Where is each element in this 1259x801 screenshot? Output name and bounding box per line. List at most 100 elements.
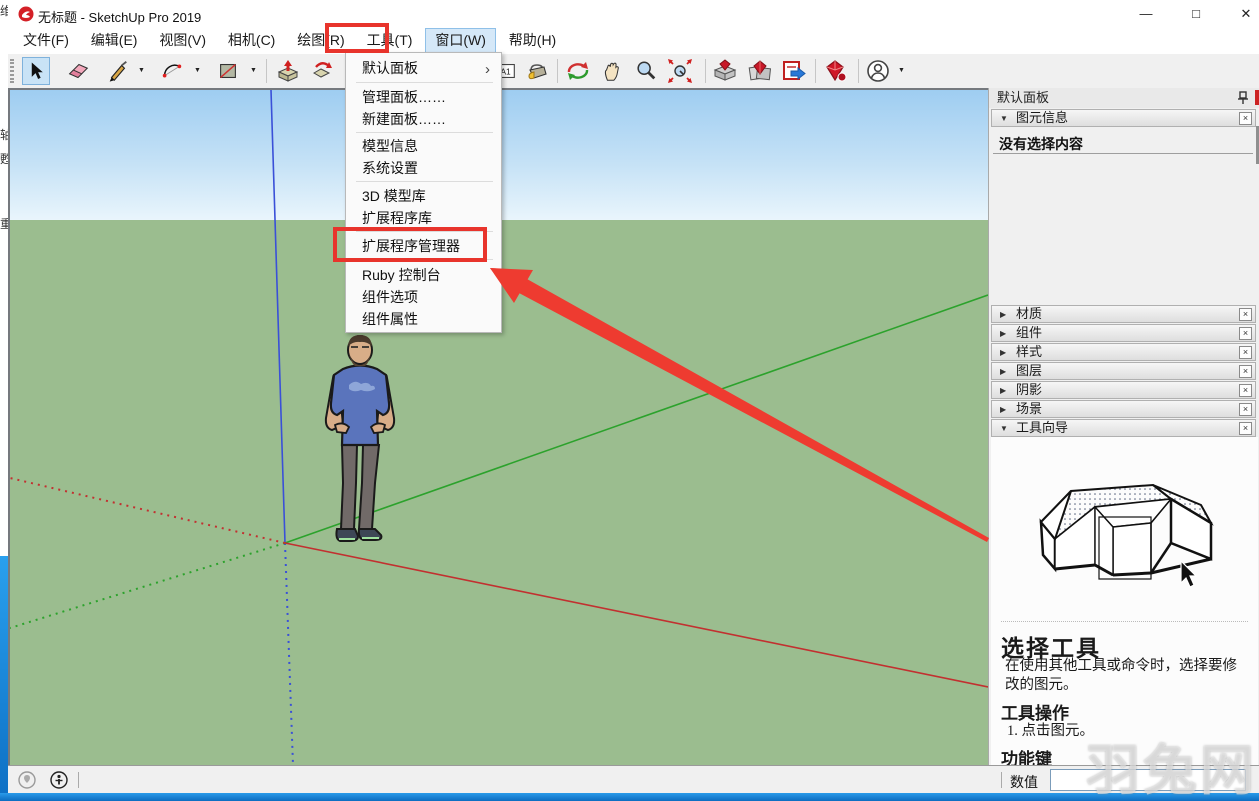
- menu-item-component-options[interactable]: 组件选项: [347, 285, 500, 309]
- instructor-ops-step: 1. 点击图元。: [1007, 719, 1094, 740]
- account-button[interactable]: [864, 57, 892, 85]
- menu-item-default-panel[interactable]: 默认面板›: [347, 56, 500, 80]
- expanded-arrow-icon: ▼: [1000, 111, 1008, 127]
- sketchup-logo-icon: [18, 6, 34, 22]
- collapsed-arrow-icon: ▶: [1000, 307, 1006, 323]
- geolocation-icon[interactable]: [18, 771, 36, 789]
- close-button[interactable]: ✕: [1223, 0, 1259, 28]
- menu-item-model-info[interactable]: 模型信息: [347, 134, 500, 158]
- arc-dropdown-icon[interactable]: ▼: [194, 67, 201, 74]
- extension-manager-button[interactable]: [711, 57, 739, 85]
- toolbar-separator: [266, 59, 267, 83]
- section-header-styles[interactable]: ▶ 样式 ×: [991, 343, 1256, 361]
- menu-item-preferences[interactable]: 系统设置: [347, 156, 500, 180]
- menu-window[interactable]: 窗口(W): [425, 28, 496, 53]
- section-close-button[interactable]: ×: [1239, 384, 1252, 397]
- menu-separator: [356, 82, 493, 83]
- section-label: 阴影: [1016, 382, 1042, 398]
- follow-me-tool-button[interactable]: [308, 57, 336, 85]
- pin-icon[interactable]: [1237, 91, 1249, 105]
- menu-separator: [356, 132, 493, 133]
- pencil-icon: [106, 59, 130, 83]
- ruby-console-button[interactable]: [821, 57, 849, 85]
- menu-item-manage-panels[interactable]: 管理面板……: [347, 85, 500, 109]
- credits-info-icon[interactable]: [50, 771, 68, 789]
- menu-camera[interactable]: 相机(C): [219, 28, 284, 53]
- collapsed-arrow-icon: ▶: [1000, 383, 1006, 399]
- section-close-button[interactable]: ×: [1239, 346, 1252, 359]
- toolbar-separator: [858, 59, 859, 83]
- divider: [993, 153, 1253, 154]
- select-arrow-icon: [25, 60, 47, 82]
- panel-title-bar[interactable]: 默认面板: [989, 88, 1259, 108]
- instructor-keys-heading: 功能键: [1001, 745, 1052, 765]
- section-close-button[interactable]: ×: [1239, 308, 1252, 321]
- default-tray-panel: 默认面板 ▼ 图元信息 × 没有选择内容 ▶ 材质 × ▶ 组件 ×: [988, 88, 1259, 765]
- pan-tool-button[interactable]: [598, 57, 626, 85]
- background-text: 重: [0, 215, 8, 232]
- menu-item-3d-warehouse[interactable]: 3D 模型库: [347, 184, 500, 208]
- line-tool-button[interactable]: [104, 57, 132, 85]
- zoom-tool-button[interactable]: [632, 57, 660, 85]
- section-close-button[interactable]: ×: [1239, 403, 1252, 416]
- menu-edit[interactable]: 编辑(E): [82, 28, 147, 53]
- section-close-button[interactable]: ×: [1239, 422, 1252, 435]
- maximize-button[interactable]: □: [1173, 0, 1219, 28]
- line-dropdown-icon[interactable]: ▼: [138, 67, 145, 74]
- collapsed-arrow-icon: ▶: [1000, 345, 1006, 361]
- status-bar: 数值: [8, 765, 1259, 793]
- section-close-button[interactable]: ×: [1239, 112, 1252, 125]
- section-header-shadows[interactable]: ▶ 阴影 ×: [991, 381, 1256, 399]
- menu-file[interactable]: 文件(F): [14, 28, 78, 53]
- background-text: 维: [0, 2, 8, 19]
- arc-protractor-icon: [160, 59, 184, 83]
- menu-bar: 文件(F) 编辑(E) 视图(V) 相机(C) 绘图(R) 工具(T) 窗口(W…: [8, 28, 1259, 54]
- menu-item-ruby-console[interactable]: Ruby 控制台: [347, 263, 500, 287]
- extension-manager-icon: [712, 58, 738, 84]
- measurement-label: 数值: [1010, 772, 1038, 792]
- push-pull-tool-button[interactable]: [274, 57, 302, 85]
- section-label: 场景: [1016, 401, 1042, 417]
- minimize-button[interactable]: —: [1123, 0, 1169, 28]
- menu-item-component-attributes[interactable]: 组件属性: [347, 307, 500, 331]
- toolbar-separator: [815, 59, 816, 83]
- section-close-button[interactable]: ×: [1239, 365, 1252, 378]
- scale-figure-person[interactable]: [313, 333, 408, 551]
- zoom-extents-icon: [667, 58, 693, 84]
- toolbar-separator: [557, 59, 558, 83]
- arc-tool-button[interactable]: [158, 57, 186, 85]
- zoom-extents-button[interactable]: [666, 57, 694, 85]
- section-header-materials[interactable]: ▶ 材质 ×: [991, 305, 1256, 323]
- rectangle-dropdown-icon[interactable]: ▼: [250, 67, 257, 74]
- account-dropdown-icon[interactable]: ▼: [898, 67, 905, 74]
- status-separator: [78, 772, 79, 788]
- section-header-scenes[interactable]: ▶ 场景 ×: [991, 400, 1256, 418]
- paint-bucket-tool-button[interactable]: [524, 57, 552, 85]
- section-header-layers[interactable]: ▶ 图层 ×: [991, 362, 1256, 380]
- section-close-button[interactable]: ×: [1239, 327, 1252, 340]
- rectangle-icon: [216, 59, 240, 83]
- section-header-instructor[interactable]: ▼ 工具向导 ×: [991, 419, 1256, 437]
- text-tool-label: A1: [500, 67, 511, 77]
- taskbar-strip: [0, 793, 1259, 801]
- paint-bucket-icon: [525, 58, 551, 84]
- menu-help[interactable]: 帮助(H): [500, 28, 565, 53]
- orbit-tool-button[interactable]: [564, 57, 592, 85]
- eraser-tool-button[interactable]: [64, 57, 92, 85]
- background-desktop: [0, 556, 8, 801]
- submenu-arrow-icon: ›: [485, 58, 490, 82]
- instructor-description: 在使用其他工具或命令时，选择要修改的图元。: [1005, 657, 1245, 695]
- toolbar-drag-handle[interactable]: [10, 59, 14, 83]
- rectangle-tool-button[interactable]: [214, 57, 242, 85]
- menu-item-new-panel[interactable]: 新建面板……: [347, 107, 500, 131]
- zoom-icon: [634, 59, 658, 83]
- menu-view[interactable]: 视图(V): [150, 28, 215, 53]
- section-header-components[interactable]: ▶ 组件 ×: [991, 324, 1256, 342]
- collapsed-arrow-icon: ▶: [1000, 402, 1006, 418]
- share-model-button[interactable]: [780, 57, 808, 85]
- section-header-entity-info[interactable]: ▼ 图元信息 ×: [991, 109, 1256, 127]
- extension-warehouse-button[interactable]: [746, 57, 774, 85]
- panel-close-red-sliver[interactable]: [1255, 90, 1259, 105]
- measurement-input[interactable]: [1050, 769, 1246, 791]
- select-tool-button[interactable]: [22, 57, 50, 85]
